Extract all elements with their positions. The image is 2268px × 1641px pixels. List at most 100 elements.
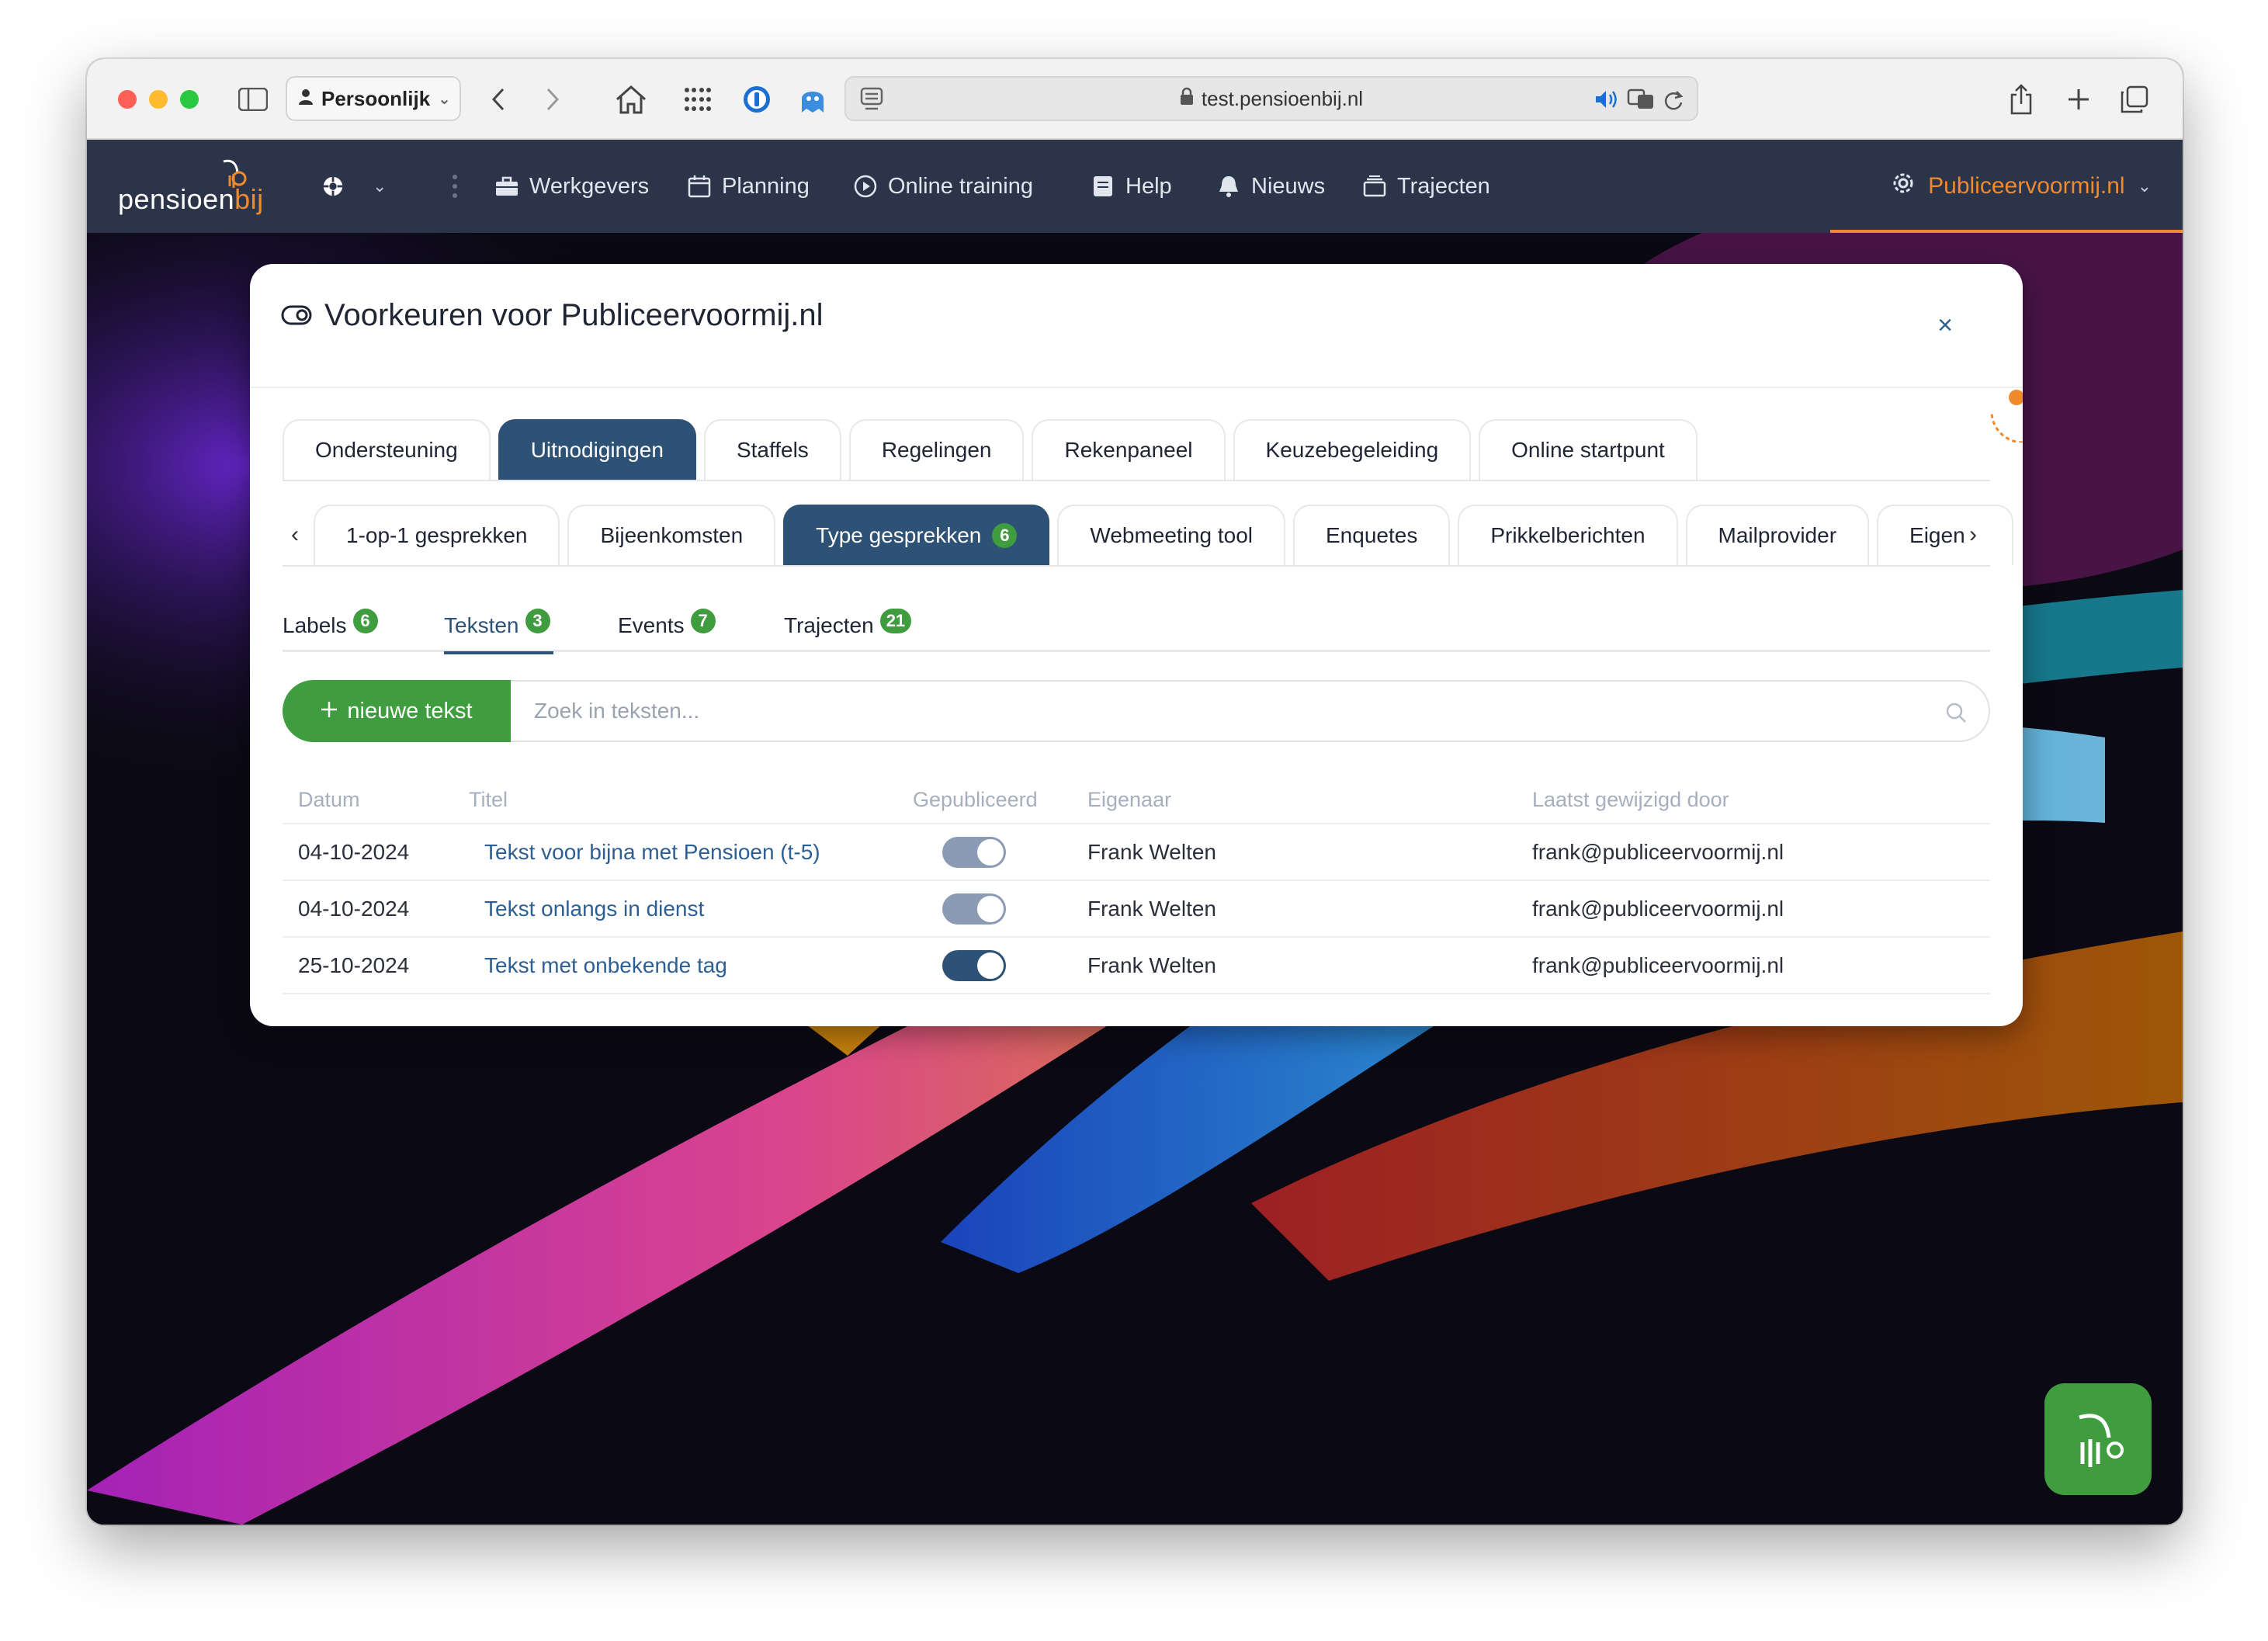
column-header-laatst-gewijzigd[interactable]: Laatst gewijzigd door	[1532, 776, 1729, 823]
published-toggle[interactable]	[942, 949, 1006, 981]
speaker-icon[interactable]	[1594, 88, 1619, 116]
tab-online-startpunt[interactable]: Online startpunt	[1479, 419, 1698, 480]
profile-selector[interactable]: Persoonlijk ⌄	[286, 76, 461, 121]
modal-header: Voorkeuren voor Publiceervoormij.nl ×	[250, 264, 2023, 388]
tab-label: Uitnodigingen	[530, 438, 664, 462]
new-tab-icon[interactable]	[2062, 82, 2096, 116]
tab-1-op-1-gesprekken[interactable]: 1-op-1 gesprekken	[314, 505, 560, 565]
tab-label: Rekenpaneel	[1064, 438, 1193, 462]
subtab-labels[interactable]: Labels 6	[283, 605, 378, 652]
tab-keuzebegeleiding[interactable]: Keuzebegeleiding	[1233, 419, 1472, 480]
count-badge: 7	[690, 609, 716, 633]
nav-item-help[interactable]: Help	[1091, 168, 1172, 205]
chevron-left-icon[interactable]: ‹	[279, 505, 310, 565]
reader-icon[interactable]	[860, 87, 883, 117]
tab-regelingen[interactable]: Regelingen	[848, 419, 1025, 480]
decorative-ring-icon	[1990, 390, 2023, 442]
nav-item-nieuws[interactable]: Nieuws	[1217, 168, 1325, 205]
tab-type-gesprekken[interactable]: Type gesprekken 6	[783, 505, 1050, 565]
assistant-button[interactable]	[2044, 1383, 2152, 1495]
stack-icon	[1363, 175, 1386, 198]
share-icon[interactable]	[2004, 82, 2038, 116]
tab-eigen[interactable]: Eigen	[1877, 505, 2013, 565]
tab-uitnodigingen[interactable]: Uitnodigingen	[498, 419, 696, 480]
sidebar-toggle-icon[interactable]	[236, 82, 270, 116]
tab-label: Type gesprekken	[816, 523, 982, 547]
brand-logo[interactable]: pensioenbij	[118, 159, 273, 216]
nav-label: Help	[1125, 173, 1172, 199]
published-toggle[interactable]	[942, 836, 1006, 868]
back-icon[interactable]	[481, 82, 515, 116]
tab-ondersteuning[interactable]: Ondersteuning	[283, 419, 491, 480]
nav-item-trajecten[interactable]: Trajecten	[1363, 168, 1490, 205]
account-menu[interactable]: Publiceervoormij.nl ⌄	[1891, 168, 2152, 205]
subtab-trajecten[interactable]: Trajecten 21	[784, 605, 912, 652]
sub-tabs: 1-op-1 gesprekken Bijeenkomsten Type ges…	[314, 505, 2013, 565]
tab-staffels[interactable]: Staffels	[703, 419, 841, 480]
minimize-window-button[interactable]	[149, 90, 168, 109]
forward-icon[interactable]	[536, 82, 570, 116]
tab-mailprovider[interactable]: Mailprovider	[1685, 505, 1870, 565]
tab-prikkelberichten[interactable]: Prikkelberichten	[1458, 505, 1678, 565]
column-header-gepubliceerd[interactable]: Gepubliceerd	[913, 776, 1038, 823]
row-date: 04-10-2024	[298, 839, 410, 864]
play-circle-icon	[854, 175, 877, 198]
password-manager-icon[interactable]	[737, 82, 776, 116]
close-icon[interactable]: ×	[1937, 311, 1953, 341]
subtab-events[interactable]: Events 7	[618, 605, 716, 652]
column-header-titel[interactable]: Titel	[469, 776, 508, 823]
search-input[interactable]: Zoek in teksten...	[511, 680, 1990, 742]
count-badge: 21	[879, 609, 912, 633]
book-icon	[1091, 175, 1115, 198]
nav-item-planning[interactable]: Planning	[688, 168, 810, 205]
subtab-label: Trajecten	[784, 613, 874, 637]
nav-more-icon[interactable]	[452, 168, 458, 205]
chevron-down-icon: ⌄	[2137, 176, 2152, 196]
column-header-eigenaar[interactable]: Eigenaar	[1087, 776, 1171, 823]
row-title-link[interactable]: Tekst voor bijna met Pensioen (t-5)	[484, 824, 820, 879]
tab-label: Prikkelberichten	[1490, 523, 1646, 547]
ghost-extension-icon[interactable]	[793, 82, 832, 116]
search-icon	[1945, 702, 1967, 729]
row-modified-by: frank@publiceervoormij.nl	[1532, 952, 1784, 977]
tab-label: 1-op-1 gesprekken	[346, 523, 528, 547]
table-row: 25-10-2024 Tekst met onbekende tag Frank…	[283, 938, 1990, 994]
row-title-link[interactable]: Tekst met onbekende tag	[484, 938, 727, 993]
tab-overview-icon[interactable]	[2117, 82, 2152, 116]
row-modified-by: frank@publiceervoormij.nl	[1532, 896, 1784, 921]
row-date: 25-10-2024	[298, 952, 410, 977]
published-toggle[interactable]	[942, 893, 1006, 925]
subtab-teksten[interactable]: Teksten 3	[444, 605, 553, 654]
close-window-button[interactable]	[118, 90, 137, 109]
nav-label: Werkgevers	[529, 173, 650, 199]
tab-label: Keuzebegeleiding	[1265, 438, 1439, 462]
nav-item-werkgevers[interactable]: Werkgevers	[495, 168, 649, 205]
tab-label: Eigen	[1909, 523, 1965, 547]
nav-label: Trajecten	[1397, 173, 1490, 199]
home-icon[interactable]	[612, 82, 650, 116]
url-text: test.pensioenbij.nl	[1201, 86, 1364, 110]
row-owner: Frank Welten	[1087, 839, 1216, 864]
translate-icon[interactable]	[1627, 88, 1655, 116]
tab-enquetes[interactable]: Enquetes	[1293, 505, 1451, 565]
zoom-window-button[interactable]	[180, 90, 199, 109]
address-bar[interactable]: test.pensioenbij.nl	[844, 76, 1698, 121]
tab-bijeenkomsten[interactable]: Bijeenkomsten	[567, 505, 776, 565]
new-text-button[interactable]: nieuwe tekst	[283, 680, 511, 742]
tab-rekenpaneel[interactable]: Rekenpaneel	[1032, 419, 1226, 480]
bell-icon	[1217, 175, 1240, 198]
tab-webmeeting-tool[interactable]: Webmeeting tool	[1057, 505, 1285, 565]
workspace-selector[interactable]: ⌄	[321, 168, 387, 205]
subtab-label: Labels	[283, 613, 347, 637]
chevron-right-icon[interactable]: ›	[1958, 505, 1989, 565]
reload-icon[interactable]	[1663, 88, 1684, 117]
calendar-icon	[688, 175, 711, 198]
nav-label: Online training	[888, 173, 1033, 199]
column-header-datum[interactable]: Datum	[298, 776, 360, 823]
row-title-link[interactable]: Tekst onlangs in dienst	[484, 881, 704, 936]
chevron-down-icon: ⌄	[373, 176, 387, 196]
grid-icon[interactable]	[678, 82, 717, 116]
count-badge: 6	[352, 609, 378, 633]
nav-item-online-training[interactable]: Online training	[854, 168, 1033, 205]
tab-label: Online startpunt	[1511, 438, 1665, 462]
